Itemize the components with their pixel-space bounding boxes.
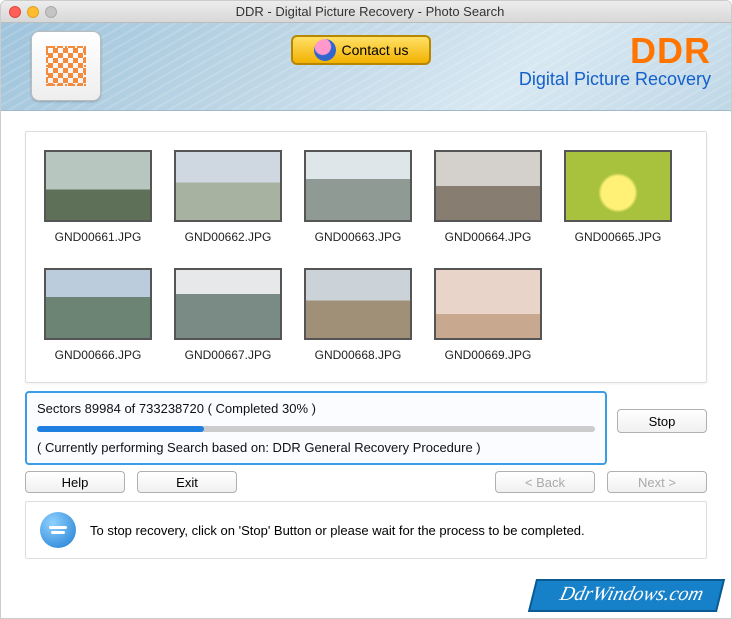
- thumbnail-item[interactable]: GND00667.JPG: [174, 268, 282, 362]
- info-bar: To stop recovery, click on 'Stop' Button…: [25, 501, 707, 559]
- photo-thumbnail-icon: [304, 150, 412, 222]
- thumbnail-label: GND00666.JPG: [44, 348, 152, 362]
- thumbnail-item[interactable]: GND00668.JPG: [304, 268, 412, 362]
- app-logo-box: [31, 31, 101, 101]
- thumbnail-label: GND00668.JPG: [304, 348, 412, 362]
- thumbnail-label: GND00667.JPG: [174, 348, 282, 362]
- thumbnail-item[interactable]: GND00665.JPG: [564, 150, 672, 244]
- method-text: ( Currently performing Search based on: …: [37, 440, 595, 455]
- photo-thumbnail-icon: [564, 150, 672, 222]
- progress-fill: [37, 426, 204, 432]
- brand-subtitle: Digital Picture Recovery: [519, 69, 711, 90]
- help-button[interactable]: Help: [25, 471, 125, 493]
- thumbnail-item[interactable]: GND00664.JPG: [434, 150, 542, 244]
- thumbnail-item[interactable]: GND00666.JPG: [44, 268, 152, 362]
- photo-thumbnail-icon: [44, 268, 152, 340]
- main-content: GND00661.JPG GND00662.JPG GND00663.JPG G…: [1, 111, 731, 618]
- contact-us-button[interactable]: Contact us: [291, 35, 431, 65]
- thumbnail-item[interactable]: GND00662.JPG: [174, 150, 282, 244]
- exit-button[interactable]: Exit: [137, 471, 237, 493]
- photo-thumbnail-icon: [434, 150, 542, 222]
- photo-thumbnail-icon: [304, 268, 412, 340]
- app-header: Contact us DDR Digital Picture Recovery: [1, 23, 731, 111]
- photo-thumbnail-icon: [44, 150, 152, 222]
- app-logo-icon: [46, 46, 86, 86]
- contact-us-label: Contact us: [342, 42, 409, 58]
- next-button: Next >: [607, 471, 707, 493]
- thumbnail-item[interactable]: GND00663.JPG: [304, 150, 412, 244]
- sectors-text: Sectors 89984 of 733238720 ( Completed 3…: [37, 401, 595, 416]
- photo-thumbnail-icon: [174, 268, 282, 340]
- brand-block: DDR Digital Picture Recovery: [519, 33, 711, 90]
- back-button: < Back: [495, 471, 595, 493]
- progress-box: Sectors 89984 of 733238720 ( Completed 3…: [25, 391, 607, 465]
- thumbnail-item[interactable]: GND00661.JPG: [44, 150, 152, 244]
- watermark: DdrWindows.com: [528, 579, 725, 612]
- thumbnails-panel: GND00661.JPG GND00662.JPG GND00663.JPG G…: [25, 131, 707, 383]
- info-icon: [40, 512, 76, 548]
- thumb-row-1: GND00661.JPG GND00662.JPG GND00663.JPG G…: [44, 150, 688, 244]
- bottom-button-row: Help Exit < Back Next >: [25, 471, 707, 493]
- thumbnail-label: GND00661.JPG: [44, 230, 152, 244]
- app-window: DDR - Digital Picture Recovery - Photo S…: [0, 0, 732, 619]
- stop-button[interactable]: Stop: [617, 409, 707, 433]
- brand-name: DDR: [519, 33, 711, 69]
- titlebar: DDR - Digital Picture Recovery - Photo S…: [1, 1, 731, 23]
- thumbnail-label: GND00669.JPG: [434, 348, 542, 362]
- progress-bar: [37, 426, 595, 432]
- thumbnail-label: GND00664.JPG: [434, 230, 542, 244]
- photo-thumbnail-icon: [434, 268, 542, 340]
- info-text: To stop recovery, click on 'Stop' Button…: [90, 523, 585, 538]
- thumbnail-label: GND00665.JPG: [564, 230, 672, 244]
- progress-row: Sectors 89984 of 733238720 ( Completed 3…: [25, 391, 707, 465]
- thumbnail-item[interactable]: GND00669.JPG: [434, 268, 542, 362]
- thumbnail-label: GND00663.JPG: [304, 230, 412, 244]
- photo-thumbnail-icon: [174, 150, 282, 222]
- contact-person-icon: [314, 39, 336, 61]
- thumbnail-label: GND00662.JPG: [174, 230, 282, 244]
- window-title: DDR - Digital Picture Recovery - Photo S…: [17, 4, 723, 19]
- thumb-row-2: GND00666.JPG GND00667.JPG GND00668.JPG G…: [44, 268, 688, 362]
